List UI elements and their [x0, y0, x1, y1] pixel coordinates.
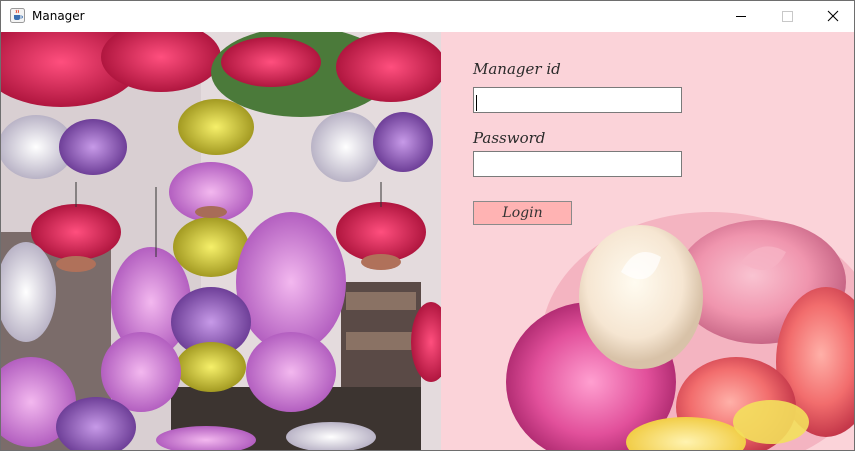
window-title: Manager: [32, 9, 85, 23]
login-button[interactable]: Login: [473, 201, 572, 225]
manager-window: Manager Manager id Password Login: [0, 0, 855, 451]
close-icon: [827, 10, 839, 22]
maximize-icon: [782, 11, 793, 22]
manager-id-label: Manager id: [473, 60, 561, 78]
minimize-icon: [736, 16, 746, 17]
title-bar[interactable]: Manager: [1, 1, 854, 32]
maximize-button[interactable]: [764, 1, 810, 32]
flower-wall-image: [1, 32, 441, 450]
java-cup-icon: [10, 8, 25, 23]
login-panel: Manager id Password Login: [441, 32, 854, 450]
close-button[interactable]: [810, 1, 854, 32]
manager-id-field[interactable]: [473, 87, 682, 113]
password-field[interactable]: [473, 151, 682, 177]
text-cursor: [476, 95, 477, 111]
password-label: Password: [473, 129, 546, 147]
minimize-button[interactable]: [718, 1, 764, 32]
